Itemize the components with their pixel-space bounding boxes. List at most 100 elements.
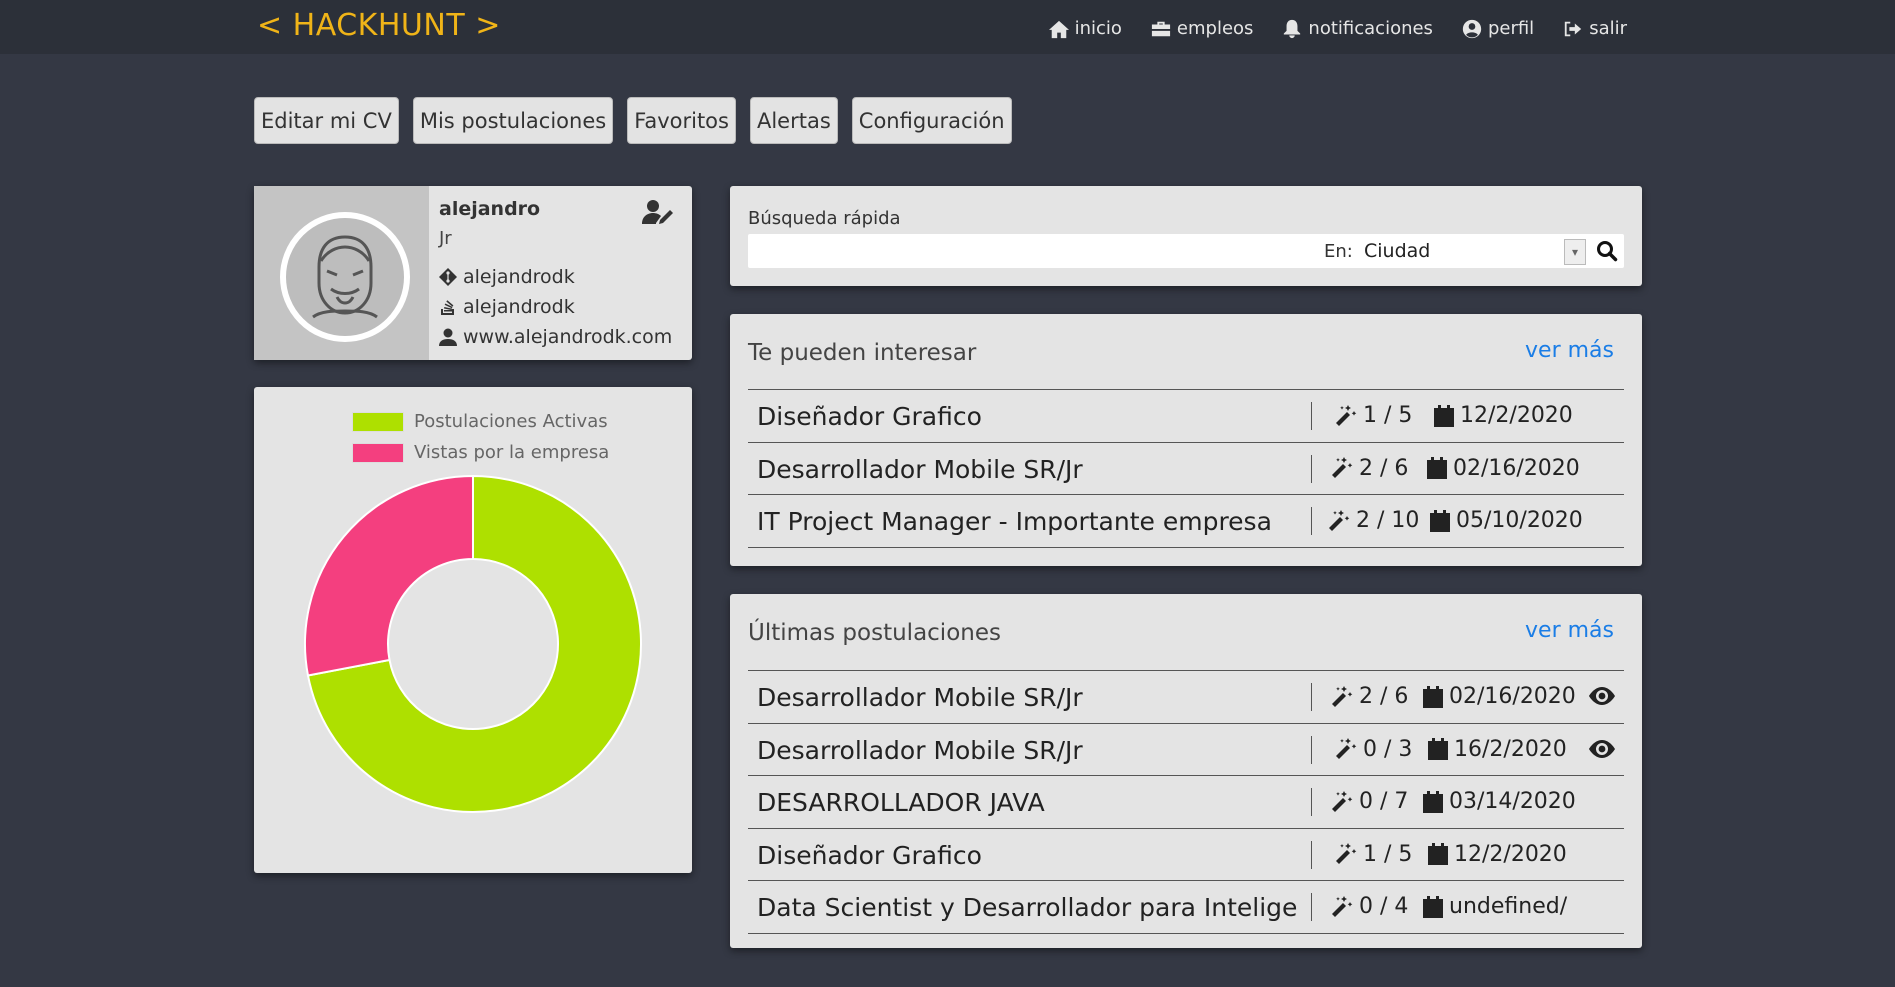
tab-favoritos[interactable]: Favoritos <box>627 97 736 144</box>
search-input[interactable] <box>748 234 1312 270</box>
nav-salir[interactable]: salir <box>1562 18 1627 39</box>
profile-git[interactable]: alejandrodk <box>439 266 575 288</box>
list-item[interactable]: Desarrollador Mobile SR/Jr 2 / 6 02/16/202… <box>748 441 1624 495</box>
score-value: 0 / 7 <box>1359 789 1409 814</box>
tab-mis-postulaciones[interactable]: Mis postulaciones <box>412 97 614 144</box>
magic-wand-icon <box>1332 895 1353 917</box>
job-date: 02/16/2020 <box>1423 684 1576 709</box>
match-score: 0 / 7 <box>1329 789 1408 814</box>
stack-username: alejandrodk <box>463 296 575 318</box>
calendar-icon <box>1427 457 1447 479</box>
search-label: Búsqueda rápida <box>748 208 901 229</box>
date-value: 03/14/2020 <box>1449 789 1576 814</box>
list-item[interactable]: Diseñador Grafico 1 / 5 12/2/2020 <box>748 827 1624 881</box>
magic-wand-icon <box>1332 685 1353 707</box>
job-title: Desarrollador Mobile SR/Jr <box>757 454 1083 484</box>
date-value: 02/16/2020 <box>1449 684 1576 709</box>
list-item[interactable]: Desarrollador Mobile SR/Jr 2 / 6 02/16/202… <box>748 670 1624 723</box>
chevron-down-icon: ▾ <box>1564 239 1586 265</box>
magic-wand-icon <box>1336 738 1357 759</box>
match-score: 1 / 5 <box>1333 403 1412 428</box>
profile-level: Jr <box>439 228 452 249</box>
date-value: 12/2/2020 <box>1454 841 1567 867</box>
avatar <box>280 212 410 342</box>
job-title: Desarrollador Mobile SR/Jr <box>757 735 1083 765</box>
list-item[interactable]: IT Project Manager - Importante empresa 2… <box>748 494 1624 547</box>
row-separator <box>1311 840 1312 869</box>
nav-notificaciones[interactable]: notificaciones <box>1281 18 1433 39</box>
avatar-container <box>254 186 429 360</box>
search-field-select[interactable]: Ciudad ▾ <box>1358 236 1586 266</box>
calendar-icon <box>1423 685 1443 708</box>
web-url: www.alejandrodk.com <box>463 326 673 348</box>
section-title: Te pueden interesar <box>748 340 977 366</box>
app-logo[interactable]: < HACKHUNT > <box>257 8 501 43</box>
match-score: 2 / 6 <box>1329 684 1408 709</box>
match-score: 1 / 5 <box>1333 842 1412 867</box>
tab-alertas[interactable]: Alertas <box>749 97 838 144</box>
sign-out-icon <box>1565 21 1582 36</box>
edit-user-icon[interactable] <box>642 198 674 226</box>
magic-wand-icon <box>1329 509 1350 531</box>
row-separator <box>1311 402 1312 430</box>
donut-slice-1[interactable] <box>304 474 474 677</box>
row-separator <box>1311 788 1312 816</box>
job-date: 03/14/2020 <box>1423 789 1576 814</box>
profile-web[interactable]: www.alejandrodk.com <box>439 326 672 348</box>
ver-mas-link[interactable]: ver más <box>1525 338 1614 363</box>
ver-mas-link[interactable]: ver más <box>1525 618 1614 643</box>
briefcase-icon <box>1151 21 1171 36</box>
search-en-label: En: <box>1324 241 1353 262</box>
nav-inicio[interactable]: inicio <box>1048 18 1122 39</box>
section-title: Últimas postulaciones <box>748 620 1001 646</box>
stackoverflow-icon <box>441 300 454 315</box>
job-date: 12/2/2020 <box>1434 403 1573 428</box>
job-date: 02/16/2020 <box>1427 456 1580 481</box>
calendar-icon <box>1423 895 1443 918</box>
date-value: 05/10/2020 <box>1456 508 1583 533</box>
match-score: 0 / 4 <box>1329 894 1408 919</box>
eye-icon[interactable] <box>1588 739 1616 759</box>
job-date: 12/2/2020 <box>1428 842 1567 867</box>
row-separator <box>1311 507 1312 535</box>
calendar-icon <box>1430 509 1450 532</box>
job-date: 05/10/2020 <box>1430 508 1583 533</box>
list-item[interactable]: Data Scientist y Desarrollador para Inte… <box>748 880 1624 933</box>
match-score: 2 / 6 <box>1329 456 1408 481</box>
profile-stack[interactable]: alejandrodk <box>439 296 575 318</box>
list-item[interactable]: DESARROLLADOR JAVA 0 / 7 03/14/2020 <box>748 775 1624 828</box>
profile-name: alejandro <box>439 198 541 220</box>
job-title: DESARROLLADOR JAVA <box>757 788 1045 817</box>
logo-suffix: > <box>465 8 501 43</box>
nav-empleos[interactable]: empleos <box>1150 18 1253 39</box>
job-title: Diseñador Grafico <box>757 840 982 870</box>
tab-configuracion[interactable]: Configuración <box>851 97 1012 144</box>
date-value: 12/2/2020 <box>1460 403 1573 428</box>
job-date: undefined/ <box>1423 894 1567 919</box>
date-value: undefined/ <box>1449 894 1568 919</box>
nav-label: salir <box>1589 18 1627 39</box>
score-value: 1 / 5 <box>1363 403 1413 428</box>
tab-editar-cv[interactable]: Editar mi CV <box>254 97 399 144</box>
search-icon[interactable] <box>1596 240 1618 262</box>
match-score: 0 / 3 <box>1333 737 1412 762</box>
applications-chart-card: Postulaciones Activas Vistas por la empr… <box>254 387 692 873</box>
profile-tabs: Editar mi CV Mis postulaciones Favoritos… <box>254 97 1012 144</box>
job-title: Data Scientist y Desarrollador para Inte… <box>757 893 1297 922</box>
list-item[interactable]: Desarrollador Mobile SR/Jr 0 / 3 16/2/2020 <box>748 722 1624 776</box>
user-circle-icon <box>1462 19 1482 38</box>
bell-icon <box>1284 19 1301 38</box>
user-icon <box>439 328 457 346</box>
job-title: Desarrollador Mobile SR/Jr <box>757 683 1083 712</box>
nav-perfil[interactable]: perfil <box>1461 18 1534 39</box>
row-separator <box>1311 454 1312 483</box>
list-bottom-border <box>748 932 1624 934</box>
git-username: alejandrodk <box>463 266 575 288</box>
logo-bold: HUNT <box>377 8 466 43</box>
job-title: Diseñador Grafico <box>757 402 982 431</box>
list-item[interactable]: Diseñador Grafico 1 / 5 12/2/2020 <box>748 389 1624 442</box>
eye-icon[interactable] <box>1588 686 1616 706</box>
row-separator <box>1311 683 1312 711</box>
calendar-icon <box>1428 738 1448 760</box>
nav-label: inicio <box>1074 18 1122 39</box>
